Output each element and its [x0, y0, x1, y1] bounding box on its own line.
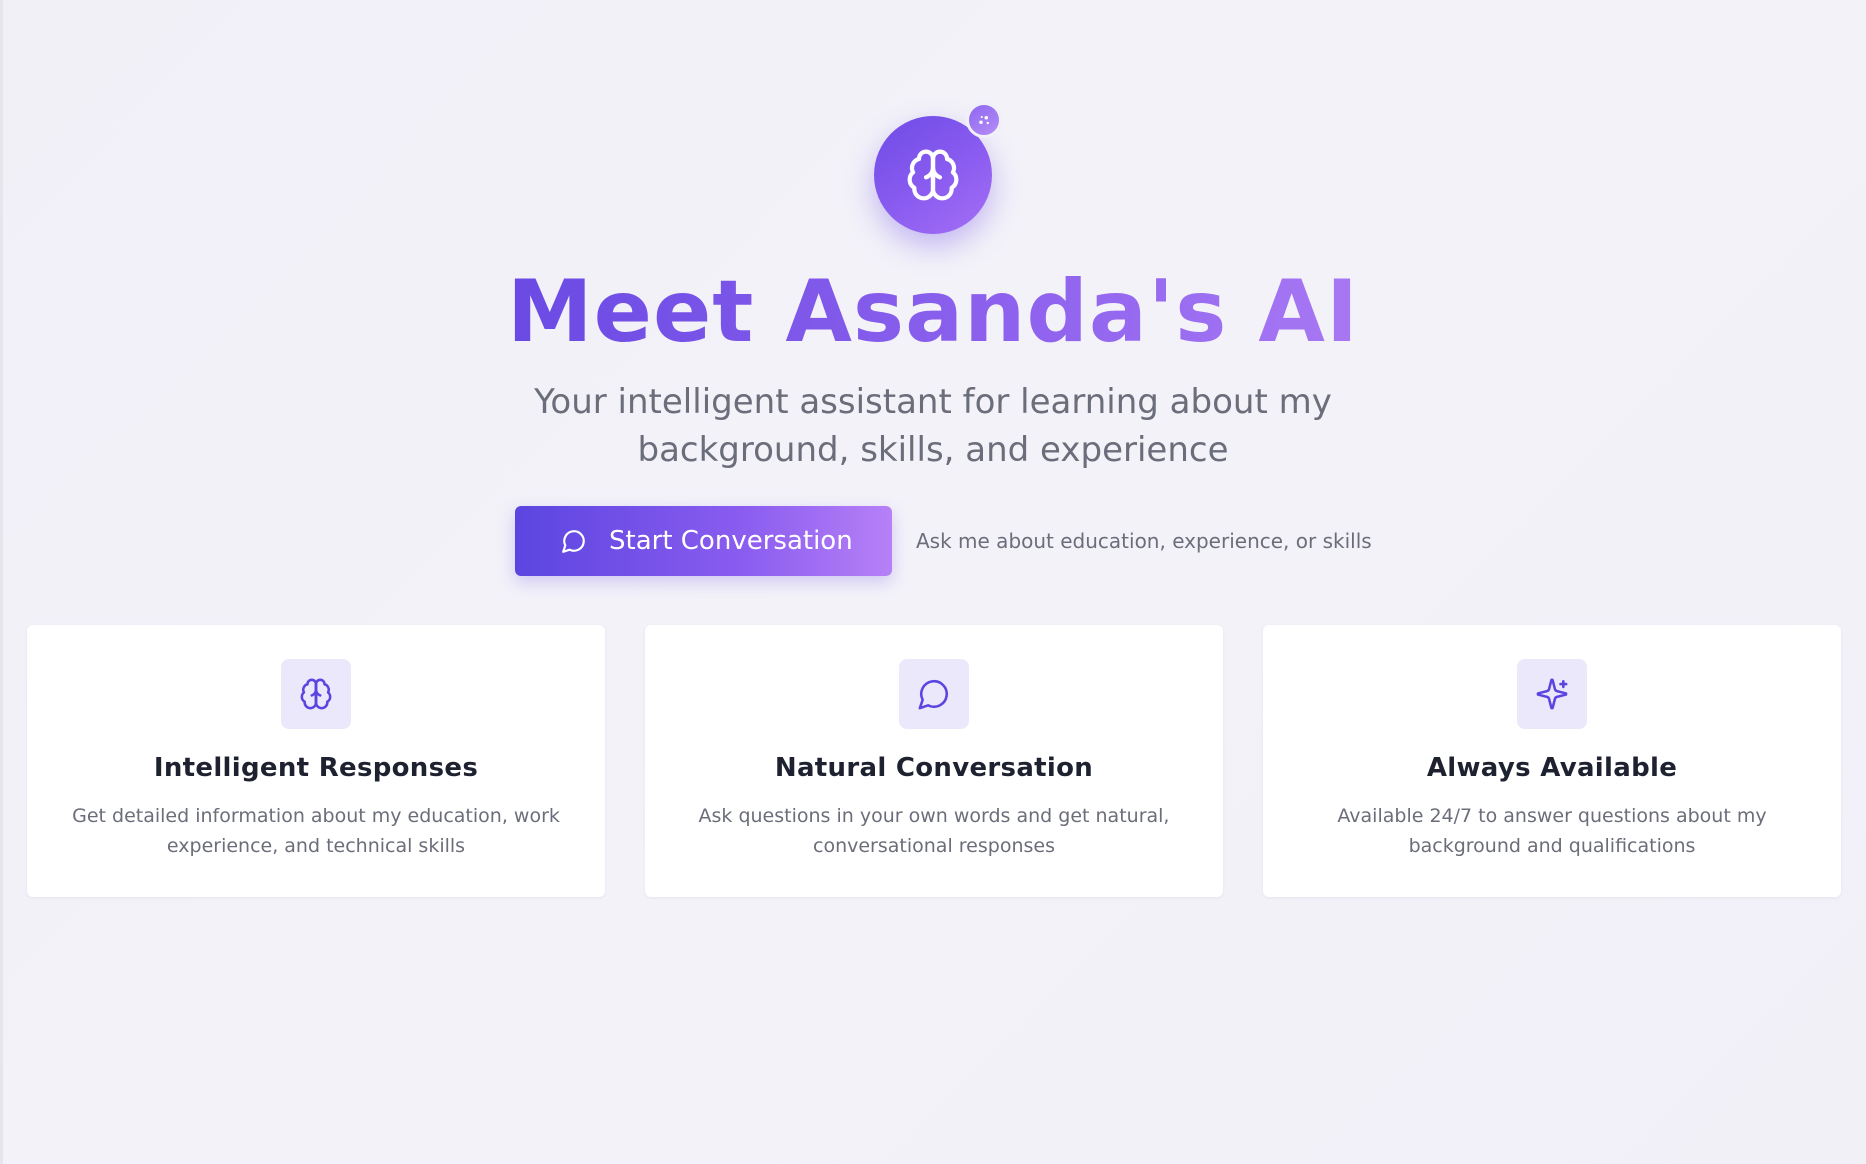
brain-icon — [300, 678, 332, 710]
feature-description: Available 24/7 to answer questions about… — [1337, 805, 1767, 857]
start-conversation-label: Start Conversation — [609, 526, 853, 556]
feature-card-always-available: Always Available Available 24/7 to answe… — [1263, 625, 1841, 897]
feature-description: Get detailed information about my educat… — [72, 805, 560, 857]
logo-badge — [966, 102, 1002, 138]
feature-cards: Intelligent Responses Get detailed infor… — [27, 625, 1841, 897]
sparkle-icon — [979, 115, 989, 125]
feature-description: Ask questions in your own words and get … — [698, 805, 1170, 857]
feature-card-natural-conversation: Natural Conversation Ask questions in yo… — [645, 625, 1223, 897]
feature-icon-box — [1517, 659, 1587, 729]
feature-icon-box — [281, 659, 351, 729]
feature-title: Natural Conversation — [774, 753, 1094, 783]
chat-bubble-icon — [918, 679, 949, 710]
sparkles-icon — [1536, 678, 1568, 710]
feature-title: Intelligent Responses — [153, 753, 479, 783]
page-title-text: Meet Asanda's AI — [507, 262, 1359, 362]
feature-title: Always Available — [1426, 753, 1678, 783]
window-left-edge — [0, 0, 3, 1164]
cta-row: Start Conversation Ask me about educatio… — [515, 506, 1372, 576]
feature-icon-box — [899, 659, 969, 729]
logo — [874, 102, 1002, 234]
feature-card-intelligent-responses: Intelligent Responses Get detailed infor… — [27, 625, 605, 897]
cta-hint: Ask me about education, experience, or s… — [916, 529, 1372, 553]
brain-icon — [907, 149, 959, 201]
page-subtitle: Your intelligent assistant for learning … — [534, 382, 1332, 470]
page-title: Meet Asanda's AI — [0, 262, 1866, 362]
start-conversation-button[interactable]: Start Conversation — [515, 506, 892, 576]
chat-bubble-icon — [561, 528, 587, 554]
